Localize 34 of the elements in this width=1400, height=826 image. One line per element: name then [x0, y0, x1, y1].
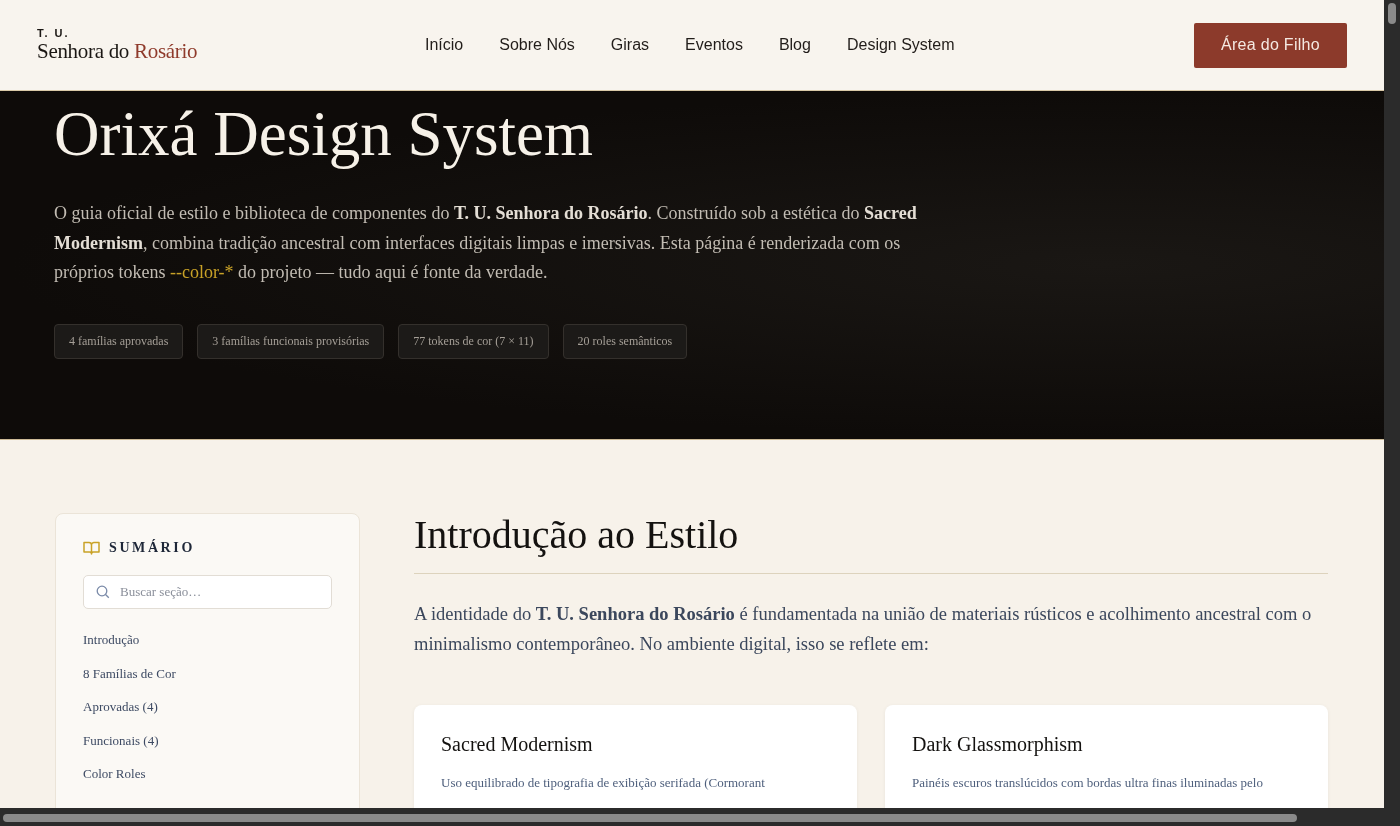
horizontal-scrollbar[interactable]: [0, 808, 1384, 826]
book-icon: [83, 541, 100, 555]
sidebar-link[interactable]: Funcionais (4): [83, 723, 332, 758]
nav-link[interactable]: Sobre Nós: [499, 36, 575, 54]
card-description: Painéis escuros translúcidos com bordas ultra finas iluminadas pelo: [912, 774, 1264, 792]
logo-text: T. U.: [37, 27, 71, 39]
hero-description: O guia oficial de estilo e biblioteca de componentes do T. U. Senhora do Rosário. Construído sob a estética do Sacred Modernism, combina tradição ancestral com interfaces digitais limpas e imersivas. Esta página é renderizada com os próprios tokens --color-* do projeto — tudo aqui é fonte da verdade.: [54, 202, 918, 284]
search-icon: [96, 585, 110, 599]
sidebar-link[interactable]: Aprovadas (4): [83, 690, 332, 724]
nav-link[interactable]: Design System: [846, 36, 955, 54]
scrollbar-thumb[interactable]: [1388, 3, 1396, 24]
nav-link[interactable]: Início: [425, 36, 464, 54]
section-intro: A identidade do T. U. Senhora do Rosário é fundamentada na união de materiais rústicos e acolhimento ancestral com o minimalismo contemporâneo. No ambiente digital, isso se reflete em:: [414, 603, 1313, 656]
stat-chip: 77 tokens de cor (7 × 11): [398, 323, 549, 359]
card-title: Dark Glassmorphism: [912, 733, 1084, 756]
sidebar-link[interactable]: Color Roles: [83, 757, 332, 791]
stat-chip: 20 roles semânticos: [562, 323, 688, 359]
section-title: Introdução ao Estilo: [414, 513, 1328, 574]
logo-link[interactable]: Senhora do Rosário: [37, 39, 367, 63]
card-description: Uso equilibrado de tipografia de exibição serifada (Cormorant: [441, 774, 766, 792]
card-title: Sacred Modernism: [441, 733, 594, 756]
nav-link[interactable]: Blog: [778, 36, 811, 54]
vertical-scrollbar[interactable]: [1384, 0, 1400, 826]
sidebar-title: SUMÁRIO: [109, 540, 195, 556]
nav-link[interactable]: Giras: [610, 36, 650, 54]
scrollbar-thumb[interactable]: [3, 814, 1297, 822]
nav-link[interactable]: Eventos: [685, 36, 743, 54]
hero-title: Orixá Design System: [54, 98, 594, 171]
sidebar-link[interactable]: Introdução: [83, 623, 332, 657]
login-button[interactable]: Área do Filho: [1194, 22, 1347, 68]
stat-chip: 3 famílias funcionais provisórias: [197, 323, 385, 359]
sidebar-link[interactable]: 8 Famílias de Cor: [83, 656, 332, 691]
stat-chip: 4 famílias aprovadas: [54, 323, 184, 359]
search-field[interactable]: Buscar seção…: [83, 575, 332, 609]
